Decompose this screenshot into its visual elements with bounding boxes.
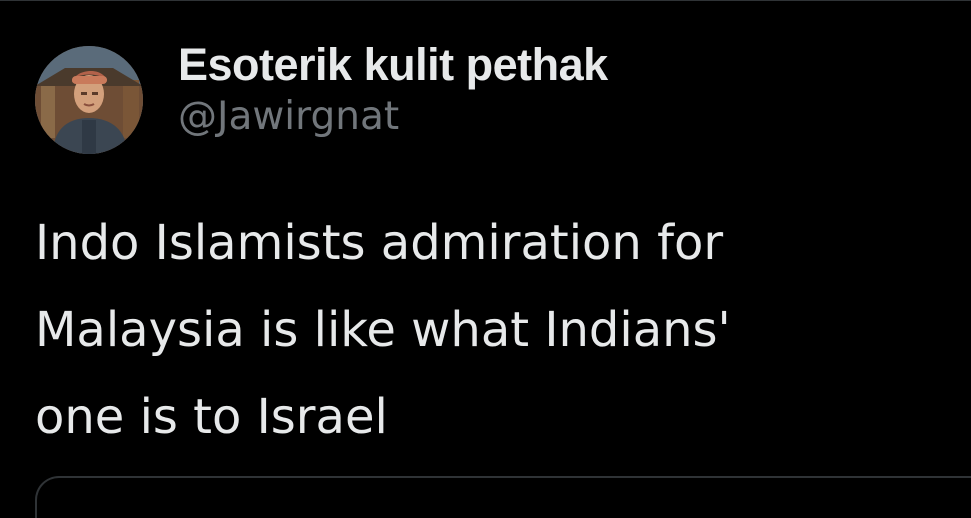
display-name[interactable]: Esoterik kulit pethak — [178, 38, 608, 92]
tweet-text-line: Indo Islamists admiration for — [35, 215, 724, 271]
author-info[interactable]: Esoterik kulit pethak @Jawirgnat — [178, 38, 608, 140]
tweet-text-line: Malaysia is like what Indians' — [35, 302, 731, 358]
quote-card[interactable] — [35, 476, 971, 518]
tweet-text-line: one is to Israel — [35, 389, 388, 445]
avatar-photo-icon — [35, 46, 143, 154]
tweet-text: Indo Islamists admiration for Malaysia i… — [35, 200, 960, 461]
avatar[interactable] — [35, 46, 143, 154]
user-handle[interactable]: @Jawirgnat — [178, 94, 608, 140]
tweet[interactable]: Esoterik kulit pethak @Jawirgnat Indo Is… — [0, 0, 971, 518]
